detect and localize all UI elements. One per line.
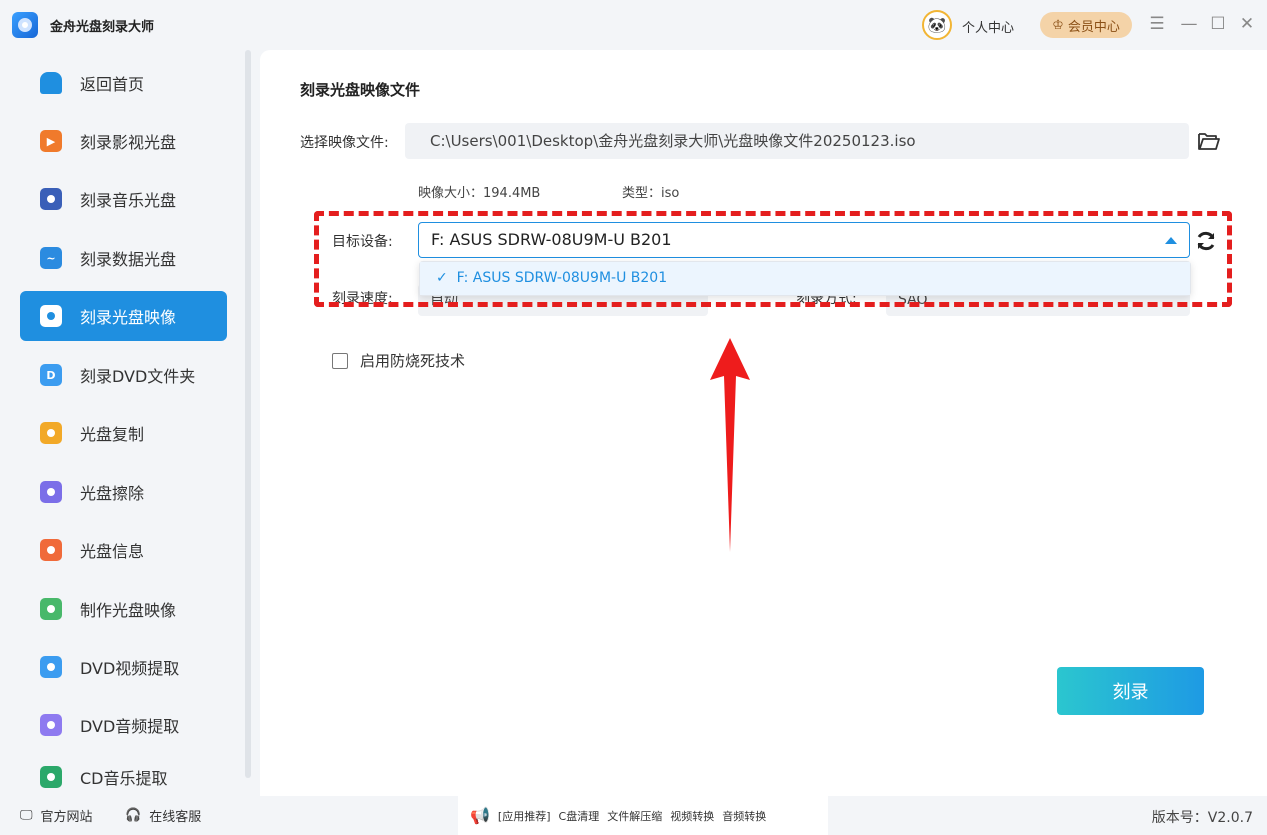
image-size-text: 映像大小：194.4MB — [418, 186, 541, 201]
dvd-folder-icon: D — [40, 364, 62, 386]
minimize-icon[interactable]: — — [1179, 14, 1199, 34]
sidebar-item-label: 刻录音乐光盘 — [80, 191, 177, 210]
sidebar-item-cd-music-extract[interactable]: CD音乐提取 — [20, 758, 227, 796]
sidebar-item-home[interactable]: 返回首页 — [20, 58, 227, 108]
anti-burn-label: 启用防烧死技术 — [360, 352, 466, 370]
music-disc-icon — [40, 188, 62, 210]
sidebar-item-disc-erase[interactable]: 光盘擦除 — [20, 467, 227, 517]
anti-burn-checkbox-row[interactable]: 启用防烧死技术 — [332, 350, 465, 371]
sidebar-item-make-image[interactable]: 制作光盘映像 — [20, 584, 227, 634]
official-site-label: 官方网站 — [40, 810, 93, 825]
page-title: 刻录光盘映像文件 — [300, 81, 421, 99]
promo-link-unzip[interactable]: 文件解压缩 — [607, 808, 662, 824]
sidebar-item-dvd-folder[interactable]: D 刻录DVD文件夹 — [20, 350, 227, 400]
sidebar-item-disc-info[interactable]: 光盘信息 — [20, 525, 227, 575]
main-panel: 刻录光盘映像文件 选择映像文件: C:\Users\001\Desktop\金舟… — [260, 50, 1267, 796]
close-icon[interactable]: ✕ — [1237, 14, 1257, 34]
promo-link-audio-convert[interactable]: 音频转换 — [722, 808, 766, 824]
crown-icon: ♔ — [1052, 17, 1064, 33]
menu-icon[interactable]: ☰ — [1147, 14, 1167, 34]
official-site-link[interactable]: 🖵 官方网站 — [20, 806, 93, 825]
online-service-label: 在线客服 — [149, 810, 202, 825]
avatar[interactable]: 🐼 — [922, 10, 952, 40]
folder-open-icon[interactable] — [1197, 130, 1221, 152]
sidebar-item-burn-image[interactable]: 刻录光盘映像 — [20, 291, 227, 341]
disc-copy-icon — [40, 422, 62, 444]
megaphone-icon: 📢 — [470, 806, 490, 825]
sidebar-item-label: 制作光盘映像 — [80, 601, 177, 620]
image-file-input[interactable]: C:\Users\001\Desktop\金舟光盘刻录大师\光盘映像文件2025… — [405, 123, 1189, 159]
promo-link-c-clean[interactable]: C盘清理 — [559, 808, 600, 824]
video-disc-icon: ▶ — [40, 130, 62, 152]
sidebar-item-label: 返回首页 — [80, 75, 145, 94]
vip-center-button[interactable]: ♔ 会员中心 — [1040, 12, 1132, 38]
sidebar-item-label: 光盘信息 — [80, 542, 145, 561]
dvd-audio-extract-icon — [40, 714, 62, 736]
sidebar-item-data-disc[interactable]: ~ 刻录数据光盘 — [20, 233, 227, 283]
headset-icon: 🎧 — [125, 808, 142, 823]
sidebar-item-disc-copy[interactable]: 光盘复制 — [20, 408, 227, 458]
sidebar-item-label: 刻录影视光盘 — [80, 133, 177, 152]
make-image-icon — [40, 598, 62, 620]
data-disc-icon: ~ — [40, 247, 62, 269]
anti-burn-checkbox[interactable] — [332, 352, 348, 369]
dvd-video-extract-icon — [40, 656, 62, 678]
highlight-frame — [314, 211, 1232, 307]
burn-button[interactable]: 刻录 — [1057, 667, 1204, 715]
red-arrow-annotation — [710, 338, 750, 552]
online-service-link[interactable]: 🎧 在线客服 — [125, 806, 201, 825]
disc-erase-icon — [40, 481, 62, 503]
sidebar: 返回首页 ▶ 刻录影视光盘 刻录音乐光盘 ~ 刻录数据光盘 刻录光盘映像 D 刻… — [0, 50, 244, 796]
personal-center-link[interactable]: 个人中心 — [962, 17, 1014, 36]
vip-center-label: 会员中心 — [1067, 19, 1120, 35]
sidebar-item-video-disc[interactable]: ▶ 刻录影视光盘 — [20, 116, 227, 166]
promo-bar: 📢 [应用推荐] C盘清理 文件解压缩 视频转换 音频转换 — [458, 796, 828, 835]
cd-music-extract-icon — [40, 766, 62, 788]
sidebar-scrollbar[interactable] — [245, 50, 251, 778]
promo-link-video-convert[interactable]: 视频转换 — [670, 808, 714, 824]
sidebar-item-label: 刻录DVD文件夹 — [80, 367, 196, 386]
sidebar-item-label: DVD音频提取 — [80, 717, 180, 736]
disc-info-icon — [40, 539, 62, 561]
sidebar-item-label: CD音乐提取 — [80, 769, 168, 788]
sidebar-item-dvd-audio-extract[interactable]: DVD音频提取 — [20, 700, 227, 750]
sidebar-item-music-disc[interactable]: 刻录音乐光盘 — [20, 174, 227, 224]
image-file-label: 选择映像文件: — [300, 135, 389, 151]
title-bar: 金舟光盘刻录大师 🐼 个人中心 ♔ 会员中心 ☰ — ☐ ✕ — [0, 0, 1267, 50]
monitor-icon: 🖵 — [20, 808, 33, 823]
app-title: 金舟光盘刻录大师 — [50, 20, 155, 35]
maximize-icon[interactable]: ☐ — [1208, 14, 1228, 34]
home-icon — [40, 72, 62, 94]
sidebar-item-label: DVD视频提取 — [80, 659, 180, 678]
sidebar-item-dvd-video-extract[interactable]: DVD视频提取 — [20, 642, 227, 692]
image-type-text: 类型：iso — [622, 186, 680, 201]
footer: 🖵 官方网站 🎧 在线客服 📢 [应用推荐] C盘清理 文件解压缩 视频转换 音… — [0, 796, 1267, 835]
sidebar-item-label: 光盘擦除 — [80, 484, 145, 503]
version-text: 版本号：V2.0.7 — [1151, 810, 1253, 826]
sidebar-item-label: 刻录数据光盘 — [80, 250, 177, 269]
promo-prefix: [应用推荐] — [497, 809, 551, 823]
sidebar-item-label: 光盘复制 — [80, 425, 145, 444]
sidebar-item-label: 刻录光盘映像 — [80, 308, 177, 327]
image-disc-icon — [40, 305, 62, 327]
app-logo-icon — [12, 12, 38, 38]
